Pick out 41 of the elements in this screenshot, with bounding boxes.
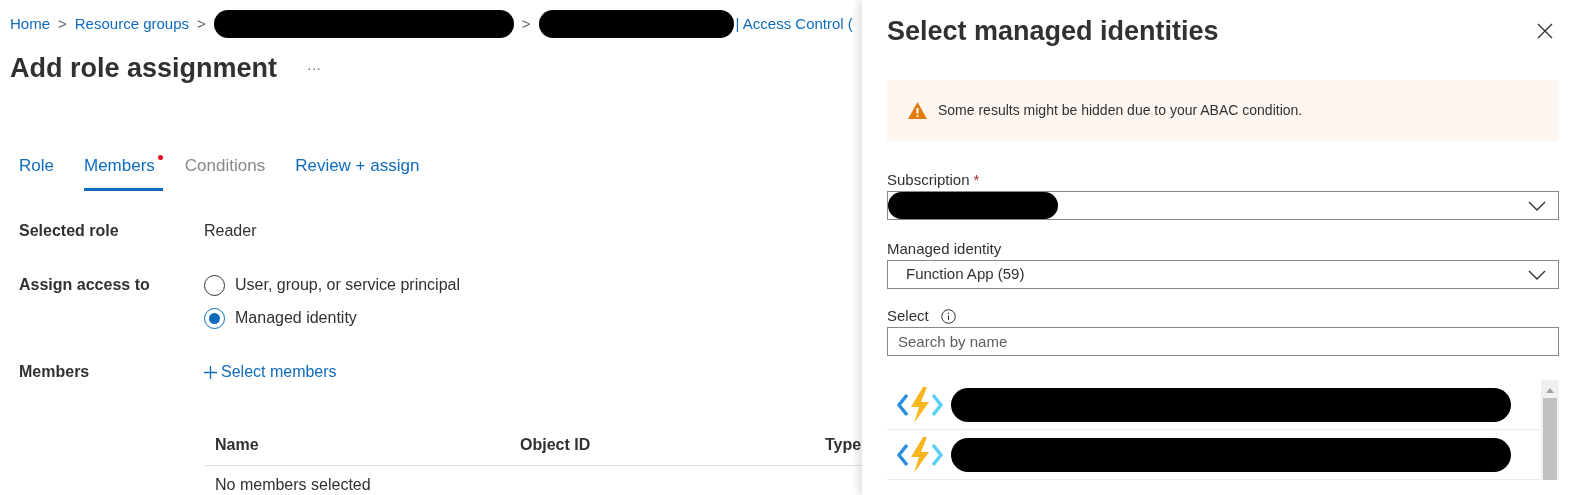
chevron-down-icon [1528,269,1546,280]
lightning-bolt-icon [897,434,943,475]
field-label: Managed identity [887,239,1003,259]
breadcrumb-separator: > [521,13,531,34]
column-header: Type [824,434,862,455]
breadcrumb-link[interactable]: Home [10,12,50,36]
panel-title: Select managed identities [887,14,1219,48]
field-label: Select [887,305,929,326]
radio-option[interactable]: User, group, or service principal [204,273,460,297]
managed-identity-dropdown[interactable]: Function App (59) [887,260,1559,289]
breadcrumb-link[interactable]: Resource groups [74,12,189,36]
close-icon [1537,23,1553,39]
tab[interactable]: Role [19,152,62,191]
page-title: Add role assignment [10,52,278,85]
column-header: Name [214,434,260,455]
field-label: Selected role [19,221,120,241]
breadcrumb-link[interactable]: | Access Control ( [735,12,853,36]
tab[interactable]: Review + assign [295,152,428,191]
empty-message: No members selected [214,475,372,495]
field-label: Assign access to [19,275,151,295]
warning-icon [907,101,928,120]
search-field[interactable]: Search by name [887,327,1559,356]
plus-icon [204,365,217,379]
select-members-link[interactable]: Select members [204,360,337,384]
scrollbar-thumb[interactable] [1543,398,1557,480]
subscription-dropdown[interactable] [887,191,1559,220]
field-label: Members [19,362,91,382]
role-value: Reader [204,221,257,241]
lightning-bolt-icon [897,384,943,425]
tab[interactable]: Members [83,152,163,191]
warning-text: Some results might be hidden due to your ABAC condition. [938,101,1303,120]
breadcrumb-separator: > [58,13,67,34]
chevron-down-icon [1528,200,1546,211]
breadcrumb-separator: > [197,13,206,34]
required-mark: * [973,170,980,190]
scroll-up-icon [1545,386,1555,394]
field-label: Subscription [887,170,970,190]
more-button[interactable]: ··· [307,57,322,79]
info-icon [940,308,956,324]
radio-option[interactable]: Managed identity [204,306,460,330]
column-header: Object ID [519,434,592,455]
